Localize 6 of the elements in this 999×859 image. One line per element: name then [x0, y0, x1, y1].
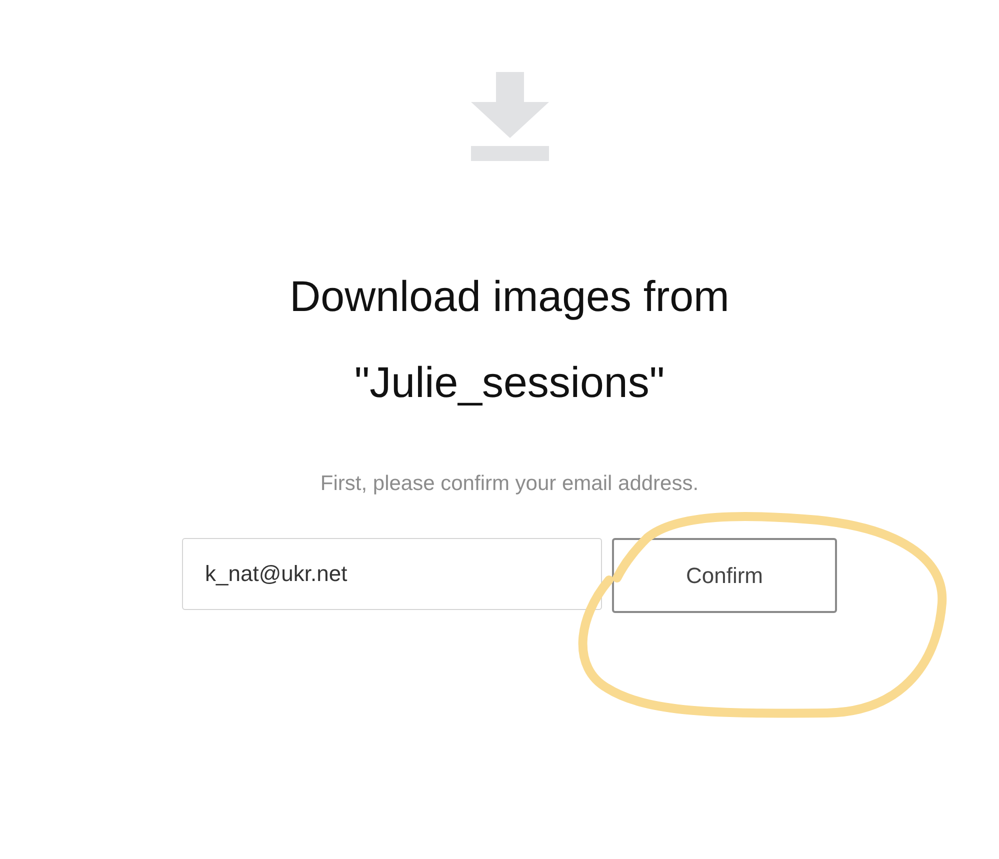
instruction-text: First, please confirm your email address.: [320, 472, 699, 496]
confirm-button[interactable]: Confirm: [612, 538, 837, 613]
page-title: "Julie_sessions": [354, 358, 665, 409]
email-field[interactable]: k_nat@ukr.net: [182, 538, 602, 610]
page-title: Download images from: [290, 272, 730, 323]
download-icon: [470, 72, 548, 162]
